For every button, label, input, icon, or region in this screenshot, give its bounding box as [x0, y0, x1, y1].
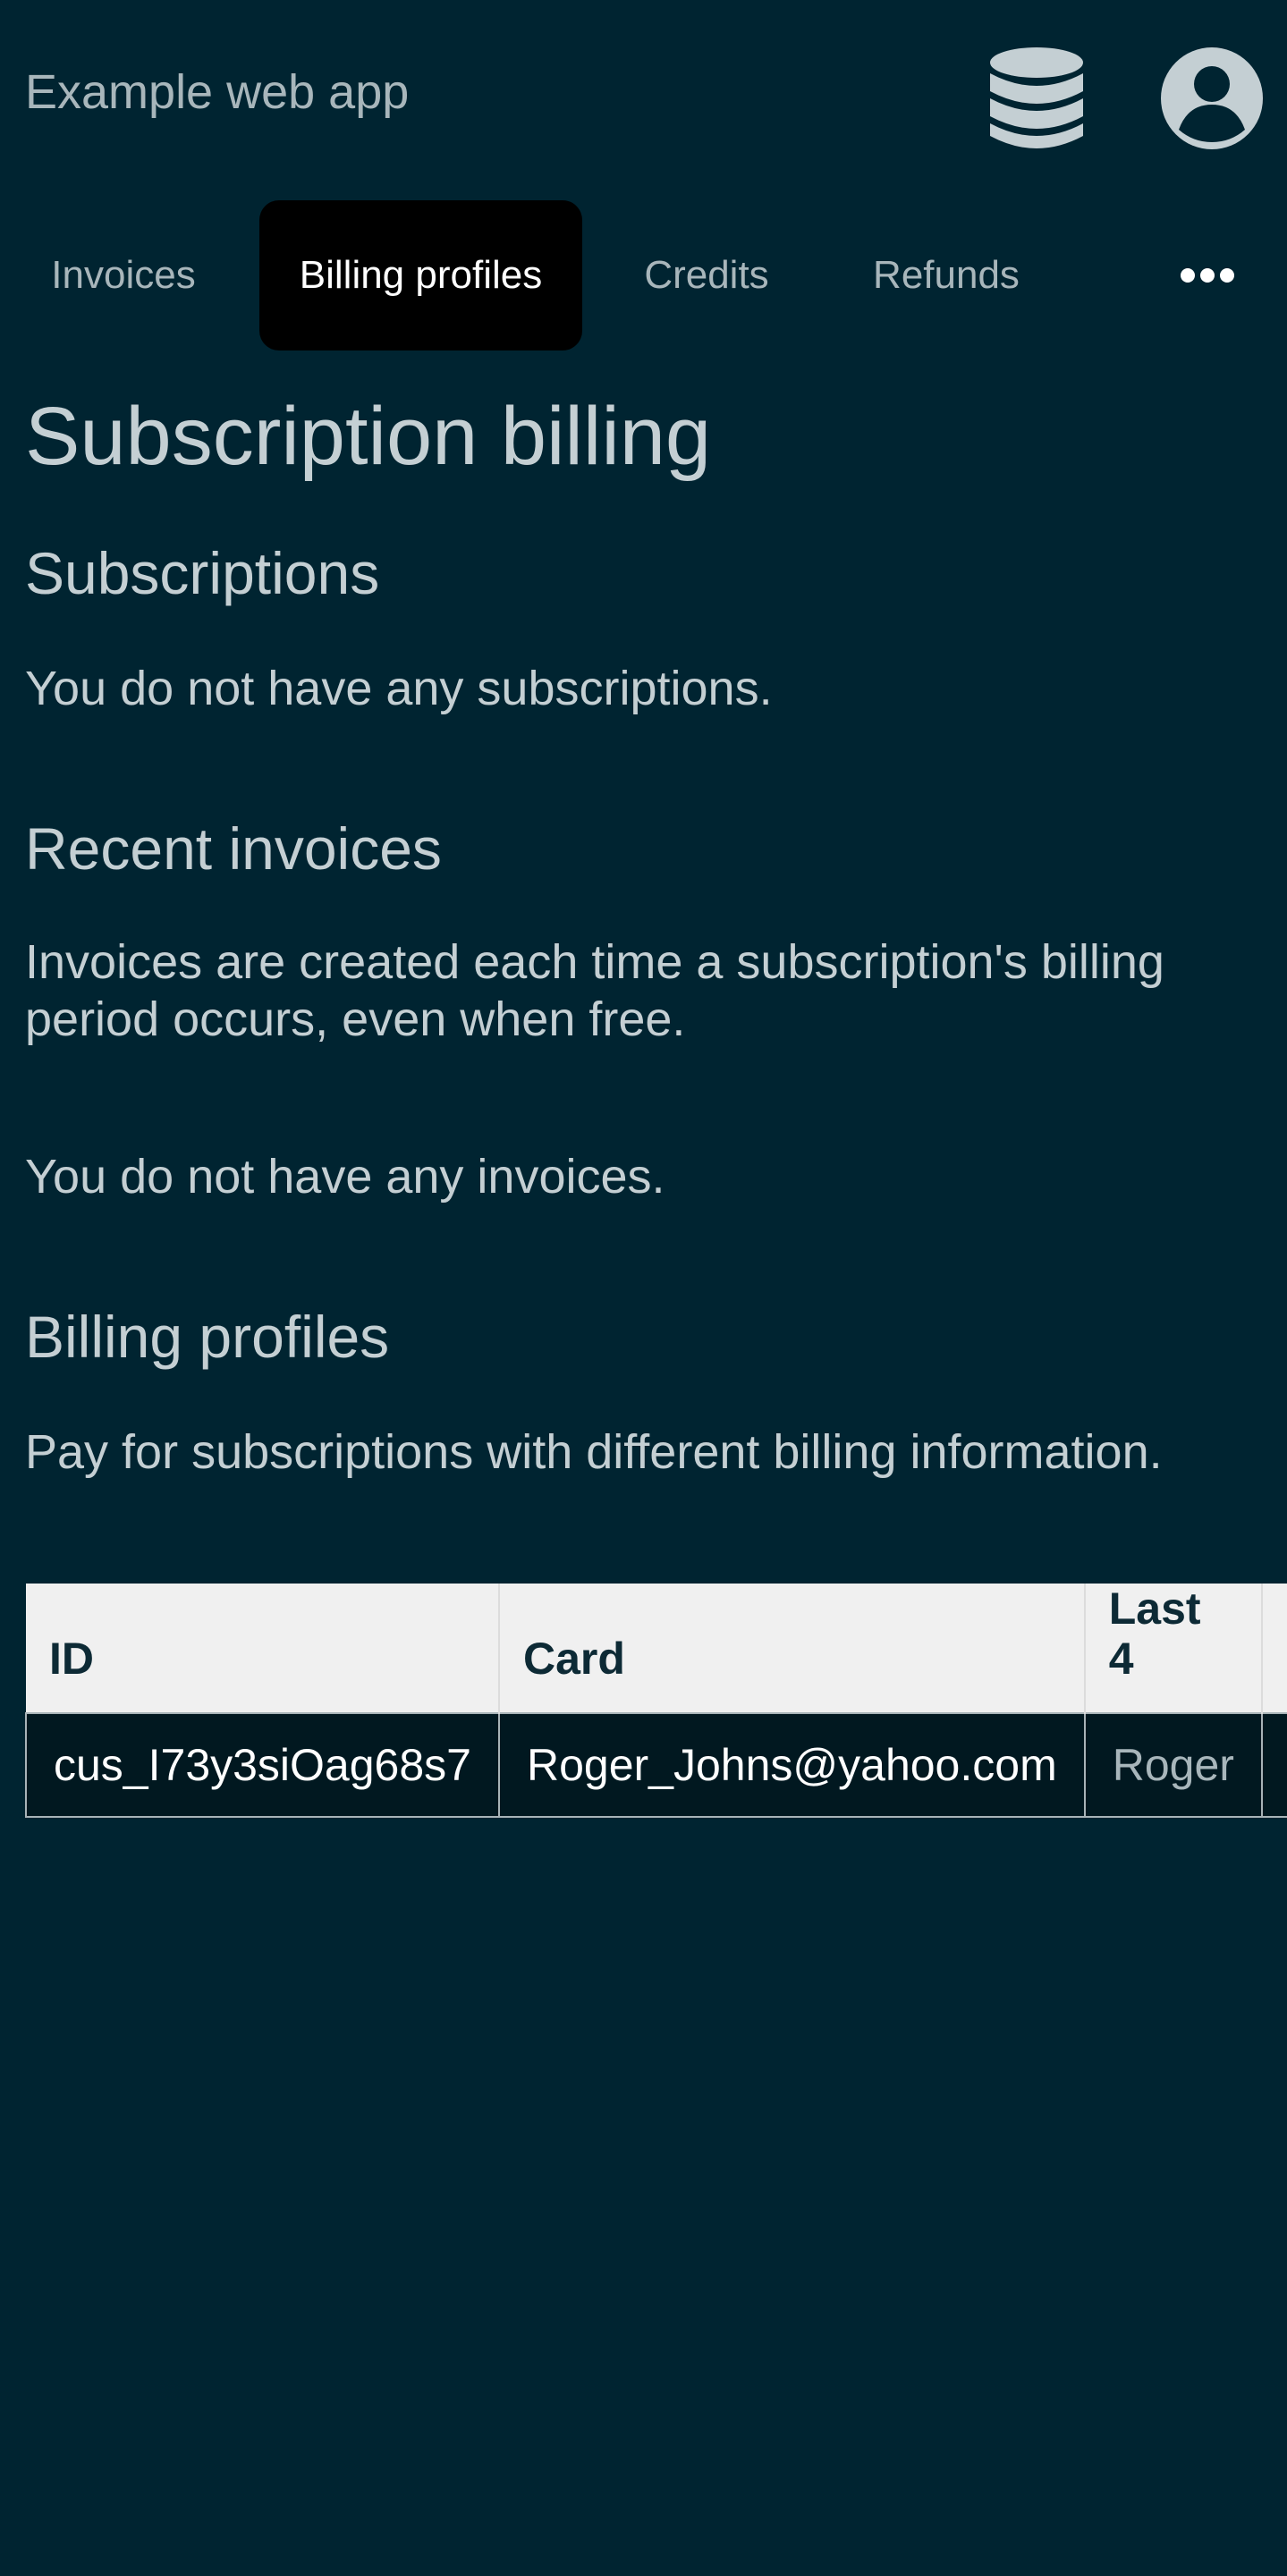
- column-header-last4: Last 4: [1084, 1584, 1263, 1713]
- billing-profiles-table: ID Card Last 4 cus_I73y3siOag68s7 Roger_…: [25, 1584, 1287, 1818]
- table-header-row: ID Card Last 4: [26, 1584, 1287, 1713]
- database-icon[interactable]: [988, 46, 1085, 152]
- app-title[interactable]: Example web app: [25, 68, 409, 116]
- tab-billing-profiles[interactable]: Billing profiles: [259, 200, 582, 351]
- more-horizontal-icon[interactable]: [1172, 247, 1243, 304]
- column-header-card: Card: [498, 1584, 1086, 1713]
- recent-invoices-heading: Recent invoices: [25, 815, 442, 882]
- cell-id[interactable]: cus_I73y3siOag68s7: [25, 1712, 500, 1818]
- tab-refunds[interactable]: Refunds: [841, 200, 1052, 351]
- cell-last4[interactable]: Roger: [1083, 1712, 1263, 1818]
- column-header-extra: [1261, 1584, 1287, 1713]
- billing-profiles-heading: Billing profiles: [25, 1304, 390, 1370]
- page-title: Subscription billing: [25, 391, 712, 482]
- cell-extra: [1260, 1712, 1287, 1818]
- user-account-icon[interactable]: [1161, 47, 1263, 149]
- subscriptions-empty-text: You do not have any subscriptions.: [25, 662, 773, 715]
- tab-invoices[interactable]: Invoices: [25, 200, 222, 351]
- invoices-description: Invoices are created each time a subscri…: [25, 935, 1164, 1046]
- cell-card[interactable]: Roger_Johns@yahoo.com: [497, 1712, 1086, 1818]
- app-header: Example web app: [0, 0, 1287, 192]
- invoices-empty-text: You do not have any invoices.: [25, 1150, 665, 1204]
- column-header-id: ID: [26, 1584, 500, 1713]
- tab-credits[interactable]: Credits: [617, 200, 796, 351]
- tab-bar: Invoices Billing profiles Credits Refund…: [0, 200, 1287, 351]
- billing-profiles-table-container[interactable]: ID Card Last 4 cus_I73y3siOag68s7 Roger_…: [25, 1584, 1287, 1839]
- billing-profiles-description: Pay for subscriptions with different bil…: [25, 1425, 1163, 1479]
- subscriptions-heading: Subscriptions: [25, 540, 380, 606]
- table-row[interactable]: cus_I73y3siOag68s7 Roger_Johns@yahoo.com…: [25, 1712, 1287, 1818]
